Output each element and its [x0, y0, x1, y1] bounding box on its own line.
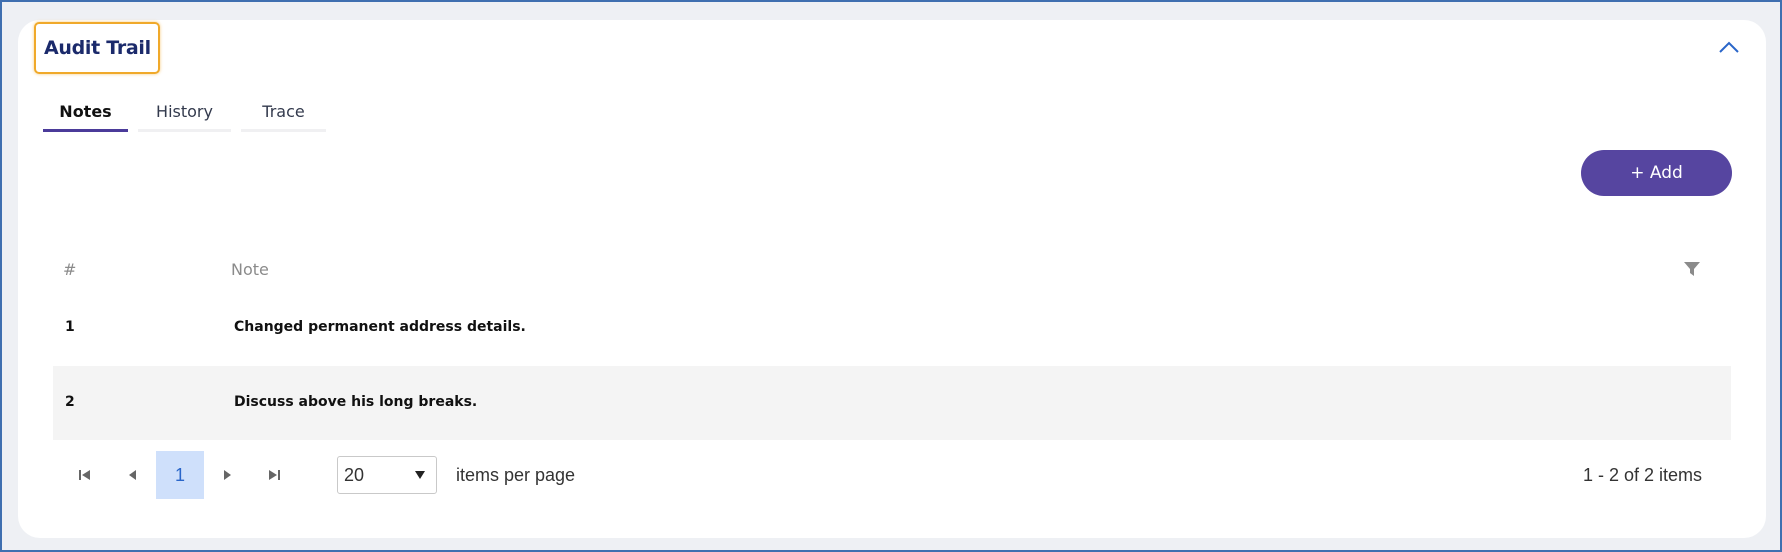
tab-strip: Notes History Trace — [43, 94, 336, 132]
column-header-note[interactable]: Note — [231, 260, 269, 279]
window-frame: Audit Trail Notes History Trace + Add # … — [0, 0, 1782, 552]
add-note-button[interactable]: + Add — [1581, 150, 1732, 196]
row-note: Changed permanent address details. — [234, 319, 526, 335]
prev-page-button[interactable] — [109, 451, 157, 499]
panel-title-highlight: Audit Trail — [34, 22, 160, 74]
last-page-button[interactable] — [250, 451, 298, 499]
filter-icon — [1684, 262, 1700, 276]
first-page-button[interactable] — [61, 451, 109, 499]
caret-down-icon — [415, 471, 425, 479]
tab-trace[interactable]: Trace — [241, 94, 326, 132]
next-page-button[interactable] — [203, 451, 251, 499]
column-header-number[interactable]: # — [63, 260, 76, 279]
pager-info: 1 - 2 of 2 items — [1582, 465, 1702, 485]
row-number: 2 — [65, 394, 75, 410]
tab-history[interactable]: History — [138, 94, 231, 132]
filter-button[interactable] — [1683, 260, 1701, 282]
pager: 1 20 items per page 1 - 2 of 2 items — [53, 451, 1731, 499]
items-per-page-label: items per page — [456, 465, 576, 485]
page-size-value: 20 — [344, 464, 365, 485]
row-note: Discuss above his long breaks. — [234, 394, 478, 410]
table-row[interactable]: 1 Changed permanent address details. — [53, 291, 1731, 365]
panel-title: Audit Trail — [44, 37, 151, 59]
first-page-icon — [79, 470, 90, 480]
page-size-select[interactable]: 20 — [337, 456, 437, 494]
page-button-current[interactable]: 1 — [156, 451, 204, 499]
table-row[interactable]: 2 Discuss above his long breaks. — [53, 366, 1731, 440]
grid-header: # Note — [53, 252, 1731, 286]
last-page-icon — [269, 470, 280, 480]
next-page-icon — [224, 470, 231, 480]
row-number: 1 — [65, 319, 75, 335]
chevron-up-icon — [1719, 41, 1739, 53]
tab-notes[interactable]: Notes — [43, 94, 128, 132]
prev-page-icon — [129, 470, 136, 480]
collapse-button[interactable] — [1714, 36, 1744, 58]
